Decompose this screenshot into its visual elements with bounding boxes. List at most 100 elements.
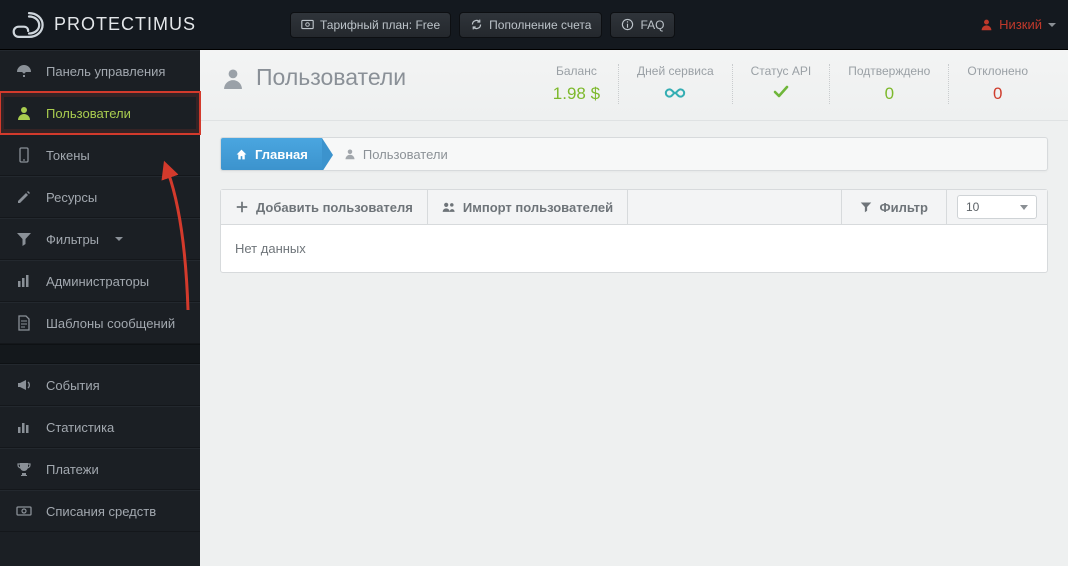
panel-toolbar: Добавить пользователя Импорт пользовател… [221,190,1047,225]
stat-label: Статус API [751,64,812,78]
sidebar-item-statistics[interactable]: Статистика [0,406,200,448]
caret-down-icon [115,237,123,241]
sidebar-item-charges[interactable]: Списания средств [0,490,200,532]
sidebar-item-templates[interactable]: Шаблоны сообщений [0,302,200,344]
page-size-wrap: 10 [947,190,1047,224]
sidebar-item-admins[interactable]: Администраторы [0,260,200,302]
stat-value [751,84,812,104]
sidebar-item-events[interactable]: События [0,364,200,406]
sidebar-divider [0,344,200,364]
breadcrumb: Главная Пользователи [220,137,1048,171]
users-panel: Добавить пользователя Импорт пользовател… [220,189,1048,273]
refresh-icon [470,18,483,31]
stat-label: Дней сервиса [637,64,714,78]
toolbar-spacer [628,190,842,224]
sidebar-item-label: Пользователи [46,106,131,121]
user-icon [344,148,356,160]
users-icon [442,200,456,214]
import-users-label: Импорт пользователей [463,200,613,215]
sidebar-item-label: Администраторы [46,274,149,289]
add-user-label: Добавить пользователя [256,200,413,215]
breadcrumb-home[interactable]: Главная [221,138,322,170]
file-icon [16,315,32,331]
stat-declined: Отклонено 0 [948,64,1046,104]
trophy-icon [16,461,32,477]
stat-balance: Баланс 1.98 $ [535,64,618,104]
filter-icon [16,231,32,247]
sidebar-item-label: Фильтры [46,232,99,247]
panel-body: Нет данных [221,225,1047,272]
stat-confirmed: Подтверждено 0 [829,64,948,104]
bars-icon [16,273,32,289]
brand-logo[interactable]: PROTECTIMUS [0,11,200,39]
stat-label: Отклонено [967,64,1028,78]
stat-value [637,84,714,104]
breadcrumb-current-label: Пользователи [363,147,448,162]
money-icon [16,503,32,519]
sidebar-item-label: Ресурсы [46,190,97,205]
faq-button[interactable]: FAQ [610,12,675,38]
import-users-button[interactable]: Импорт пользователей [428,190,628,224]
stat-value: 0 [967,84,1028,104]
plan-button[interactable]: Тарифный план: Free [290,12,451,38]
filter-label: Фильтр [879,200,928,215]
chart-icon [16,419,32,435]
user-icon [980,18,993,31]
faq-label: FAQ [640,18,664,32]
page-title-wrap: Пользователи [222,64,406,91]
caret-down-icon [1048,23,1056,27]
page-size-value: 10 [966,200,979,214]
content-area: Главная Пользователи Добавить пользовате… [200,121,1068,289]
sidebar-item-filters[interactable]: Фильтры [0,218,200,260]
sidebar-item-dashboard[interactable]: Панель управления [0,50,200,92]
user-label: Низкий [999,17,1042,32]
sidebar-item-label: События [46,378,100,393]
sidebar-item-label: Токены [46,148,90,163]
page-header: Пользователи Баланс 1.98 $ Дней сервиса … [200,50,1068,121]
infinity-icon [664,87,686,99]
sidebar-item-label: Статистика [46,420,114,435]
sidebar: Панель управления Пользователи Токены Ре… [0,50,200,566]
sidebar-item-label: Шаблоны сообщений [46,316,175,331]
user-icon [16,105,32,121]
page-size-select[interactable]: 10 [957,195,1037,219]
stat-label: Баланс [553,64,600,78]
sidebar-item-payments[interactable]: Платежи [0,448,200,490]
sidebar-item-users[interactable]: Пользователи [0,92,200,134]
sidebar-item-resources[interactable]: Ресурсы [0,176,200,218]
check-icon [773,85,789,99]
user-menu[interactable]: Низкий [980,17,1056,32]
caret-down-icon [1020,205,1028,210]
empty-message: Нет данных [235,241,306,256]
edit-icon [16,189,32,205]
home-icon [235,148,248,161]
stat-api: Статус API [732,64,830,104]
filter-button[interactable]: Фильтр [842,190,947,224]
main-content: Пользователи Баланс 1.98 $ Дней сервиса … [200,50,1068,566]
sidebar-item-label: Панель управления [46,64,165,79]
brand-text: PROTECTIMUS [54,14,196,35]
page-title: Пользователи [256,64,406,91]
stat-value: 1.98 $ [553,84,600,104]
topbar-buttons: Тарифный план: Free Пополнение счета FAQ [290,12,675,38]
stats-bar: Баланс 1.98 $ Дней сервиса Статус API [535,64,1046,104]
breadcrumb-current: Пользователи [322,138,462,170]
filter-icon [860,201,872,213]
info-icon [621,18,634,31]
topup-label: Пополнение счета [489,18,591,32]
topbar: PROTECTIMUS Тарифный план: Free Пополнен… [0,0,1068,50]
stat-value: 0 [848,84,930,104]
sidebar-item-tokens[interactable]: Токены [0,134,200,176]
topup-button[interactable]: Пополнение счета [459,12,602,38]
plus-icon [235,200,249,214]
sidebar-item-label: Списания средств [46,504,156,519]
breadcrumb-home-label: Главная [255,147,308,162]
stat-label: Подтверждено [848,64,930,78]
mobile-icon [16,147,32,163]
plan-icon [301,18,314,31]
sidebar-item-label: Платежи [46,462,99,477]
logo-icon [12,11,46,39]
add-user-button[interactable]: Добавить пользователя [221,190,428,224]
dashboard-icon [16,63,32,79]
bullhorn-icon [16,377,32,393]
